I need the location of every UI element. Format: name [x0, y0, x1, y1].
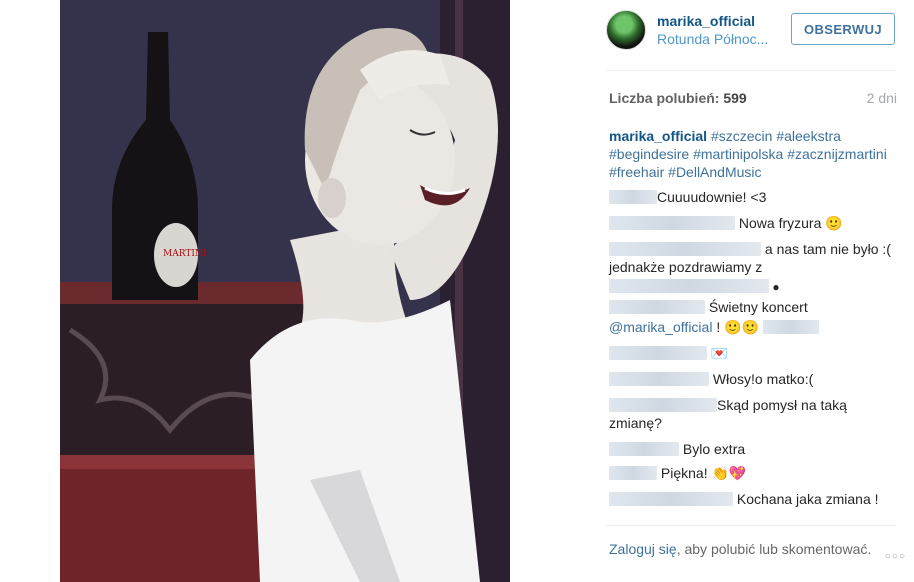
post-caption: marika_official #szczecin #aleekstra #be… — [609, 127, 889, 181]
login-prompt-text: , aby polubić lub skomentować. — [676, 541, 872, 557]
comment-list: Cuuuudownie! <3 Nowa fryzura 🙂 a nas tam… — [609, 188, 899, 510]
header-location[interactable]: Rotunda Północ... — [657, 31, 777, 47]
comment-text: 💌 — [710, 345, 729, 361]
comment-text: ! 🙂🙂 — [716, 319, 759, 335]
comment-item: Nowa fryzura 🙂 — [609, 214, 899, 234]
svg-text:MARTINI: MARTINI — [163, 249, 207, 259]
comment-item: a nas tam nie było :( jednakże pozdrawia… — [609, 240, 899, 298]
blurred-username — [609, 442, 679, 456]
comment-item: @marika_official ! 🙂🙂 — [609, 318, 899, 338]
post-photo[interactable]: MARTINI — [60, 0, 510, 582]
blurred-username — [609, 190, 657, 204]
login-link[interactable]: Zaloguj się — [609, 541, 677, 557]
blurred-text — [609, 279, 769, 293]
comment-text: Świetny koncert — [708, 299, 808, 315]
comment-text: Włosy!o matko:( — [712, 371, 814, 387]
comment-item: Skąd pomysł na taką zmianę? — [609, 396, 899, 434]
blurred-username — [609, 492, 733, 506]
hashtag[interactable]: #begindesire — [609, 146, 689, 162]
blurred-username — [609, 346, 707, 360]
follow-button[interactable]: OBSERWUJ — [791, 13, 895, 45]
likes-count[interactable]: 599 — [723, 90, 746, 106]
hashtag[interactable]: #DellAndMusic — [668, 164, 761, 180]
hashtag[interactable]: #martinipolska — [693, 146, 783, 162]
more-options-icon[interactable]: ○○○ — [885, 551, 906, 562]
comment-text: Cuuuudownie! <3 — [657, 189, 767, 205]
blurred-username — [609, 466, 657, 480]
likes-label: Liczba polubień: — [609, 90, 720, 106]
comment-text: Piękna! 👏💖 — [660, 465, 747, 481]
comment-item: Bylo extra — [609, 440, 899, 460]
comment-item: Cuuuudownie! <3 — [609, 188, 899, 208]
divider — [606, 525, 896, 526]
emoji: ● — [769, 280, 780, 294]
comment-mention[interactable]: @marika_official — [609, 319, 712, 335]
comment-item: Włosy!o matko:( — [609, 370, 899, 390]
comment-text: Bylo extra — [682, 441, 746, 457]
hashtag[interactable]: #zacznijzmartini — [787, 146, 887, 162]
post-side-panel: marika_official Rotunda Północ... OBSERW… — [596, 0, 914, 582]
comment-text: Kochana jaka zmiana ! — [736, 491, 879, 507]
comment-item: Świetny koncert — [609, 298, 899, 318]
blurred-username — [609, 242, 761, 256]
hashtag[interactable]: #aleekstra — [776, 128, 841, 144]
likes-row: Liczba polubień: 599 2 dni — [609, 90, 897, 106]
post-header: marika_official Rotunda Północ... OBSERW… — [606, 10, 906, 55]
caption-username[interactable]: marika_official — [609, 128, 707, 144]
comment-text: Nowa fryzura 🙂 — [738, 215, 843, 231]
comment-item: 💌 — [609, 344, 899, 364]
blurred-username — [609, 300, 705, 314]
blurred-username — [609, 398, 717, 412]
hashtag[interactable]: #freehair — [609, 164, 664, 180]
avatar[interactable] — [606, 10, 646, 50]
blurred-username — [609, 372, 709, 386]
hashtag[interactable]: #szczecin — [711, 128, 772, 144]
comment-item: Kochana jaka zmiana ! — [609, 490, 899, 510]
login-prompt: Zaloguj się, aby polubić lub skomentować… — [609, 540, 899, 559]
blurred-username — [609, 216, 735, 230]
blurred-text — [762, 320, 819, 334]
photo-illustration: MARTINI — [60, 0, 510, 582]
divider — [606, 70, 896, 71]
comment-item: Piękna! 👏💖 — [609, 464, 899, 484]
post-time[interactable]: 2 dni — [867, 90, 897, 106]
header-username[interactable]: marika_official — [657, 13, 755, 29]
